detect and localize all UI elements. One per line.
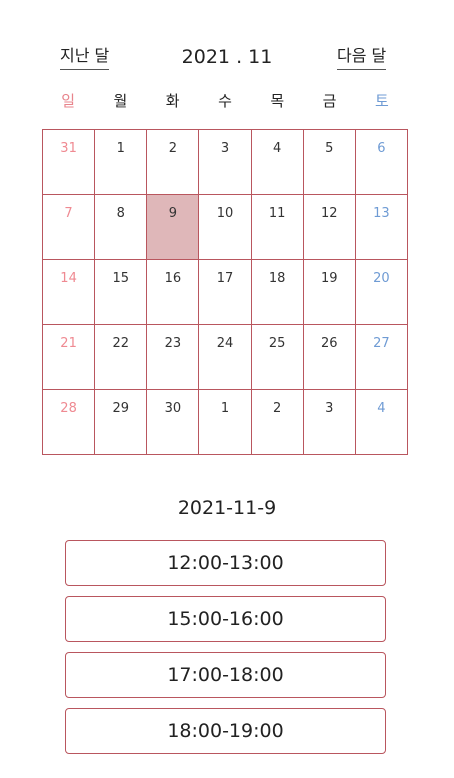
time-slot-button[interactable]: 18:00-19:00 xyxy=(65,708,386,754)
time-slot-button[interactable]: 17:00-18:00 xyxy=(65,652,386,698)
calendar-day-cell[interactable]: 2 xyxy=(251,390,304,455)
calendar-day-cell[interactable]: 30 xyxy=(147,390,200,455)
weekday-wed: 수 xyxy=(218,92,232,110)
calendar-day-cell[interactable]: 22 xyxy=(95,325,148,390)
calendar-day-cell[interactable]: 14 xyxy=(43,260,96,325)
calendar-day-cell[interactable]: 12 xyxy=(303,195,356,260)
calendar-day-cell[interactable]: 8 xyxy=(95,195,148,260)
calendar-day-cell[interactable]: 15 xyxy=(95,260,148,325)
calendar-day-cell[interactable]: 4 xyxy=(355,390,408,455)
calendar-day-cell[interactable]: 17 xyxy=(199,260,252,325)
calendar-day-cell[interactable]: 4 xyxy=(251,130,304,195)
calendar-day-cell[interactable]: 16 xyxy=(147,260,200,325)
selected-date-label: 2021-11-9 xyxy=(177,497,277,519)
weekday-header: 일 월 화 수 목 금 토 xyxy=(42,88,408,114)
calendar-day-cell[interactable]: 10 xyxy=(199,195,252,260)
weekday-sun: 일 xyxy=(61,92,76,110)
calendar-day-cell[interactable]: 23 xyxy=(147,325,200,390)
calendar-day-cell[interactable]: 28 xyxy=(43,390,96,455)
month-navigation: 지난 달 2021 . 11 다음 달 xyxy=(0,0,454,80)
time-slot-button[interactable]: 12:00-13:00 xyxy=(65,540,386,586)
time-slot-button[interactable]: 15:00-16:00 xyxy=(65,596,386,642)
calendar-day-cell[interactable]: 9 xyxy=(147,195,200,260)
calendar-grid: 31 1 2 3 4 5 6 7 8 9 10 11 12 13 14 15 16 17 18 19 20 21 22 23 2… xyxy=(42,129,408,455)
calendar-day-cell[interactable]: 6 xyxy=(355,130,408,195)
calendar-day-cell[interactable]: 11 xyxy=(251,195,304,260)
calendar-day-cell[interactable]: 26 xyxy=(303,325,356,390)
next-month-button[interactable]: 다음 달 xyxy=(337,46,387,70)
calendar-day-cell[interactable]: 2 xyxy=(147,130,200,195)
weekday-mon: 월 xyxy=(113,92,128,110)
calendar-day-cell[interactable]: 18 xyxy=(251,260,304,325)
calendar-day-cell[interactable]: 29 xyxy=(95,390,148,455)
weekday-tue: 화 xyxy=(165,92,180,110)
calendar-day-cell[interactable]: 3 xyxy=(199,130,252,195)
calendar-day-cell[interactable]: 21 xyxy=(43,325,96,390)
calendar-day-cell[interactable]: 27 xyxy=(355,325,408,390)
calendar-day-cell[interactable]: 25 xyxy=(251,325,304,390)
calendar-day-cell[interactable]: 13 xyxy=(355,195,408,260)
calendar-day-cell[interactable]: 24 xyxy=(199,325,252,390)
calendar-day-cell[interactable]: 19 xyxy=(303,260,356,325)
weekday-sat: 토 xyxy=(374,92,389,110)
weekday-fri: 금 xyxy=(322,92,337,110)
weekday-thu: 목 xyxy=(270,92,285,110)
time-slot-list: 12:00-13:00 15:00-16:00 17:00-18:00 18:00-1… xyxy=(65,540,386,764)
calendar-day-cell[interactable]: 7 xyxy=(43,195,96,260)
calendar-day-cell[interactable]: 1 xyxy=(95,130,148,195)
calendar-day-cell[interactable]: 5 xyxy=(303,130,356,195)
calendar-day-cell[interactable]: 1 xyxy=(199,390,252,455)
calendar-day-cell[interactable]: 20 xyxy=(355,260,408,325)
calendar-day-cell[interactable]: 31 xyxy=(43,130,96,195)
calendar-day-cell[interactable]: 3 xyxy=(303,390,356,455)
